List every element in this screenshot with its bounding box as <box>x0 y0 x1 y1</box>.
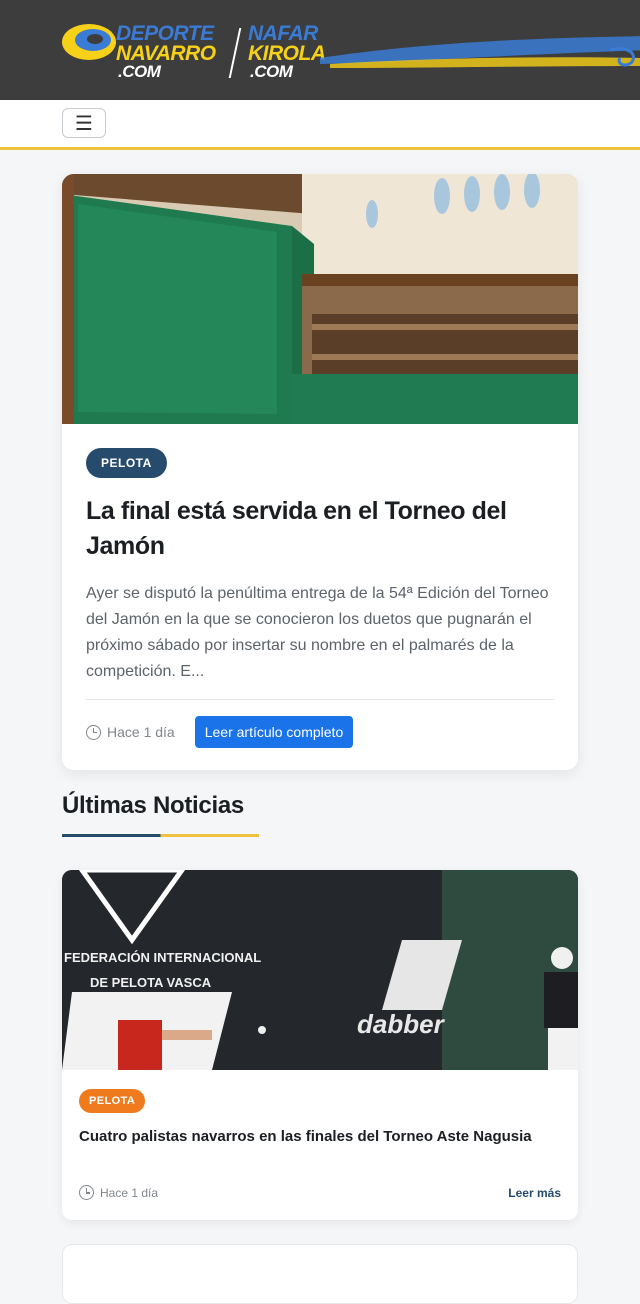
news-card[interactable] <box>62 1244 578 1304</box>
news-card-image[interactable]: FEDERACIÓN INTERNACIONAL DE PELOTA VASCA… <box>62 870 578 1070</box>
featured-article-body: PELOTA La final está servida en el Torne… <box>62 424 578 685</box>
category-badge[interactable]: PELOTA <box>79 1089 146 1113</box>
featured-article-title[interactable]: La final está servida en el Torneo del J… <box>86 494 554 564</box>
article-time: Hace 1 día <box>100 1185 159 1200</box>
logo-word-com: .COM <box>118 62 161 81</box>
featured-article-meta: Hace 1 día Leer artículo completo <box>86 699 554 748</box>
news-card-title[interactable]: Cuatro palistas navarros en las finales … <box>79 1126 549 1148</box>
read-more-link[interactable]: Leer más <box>508 1186 561 1200</box>
image-federation-line2: DE PELOTA VASCA <box>90 975 212 990</box>
clock-icon <box>79 1185 94 1200</box>
logo-separator <box>228 28 242 78</box>
hamburger-icon: ☰ <box>75 111 93 135</box>
pelota-players-photo: FEDERACIÓN INTERNACIONAL DE PELOTA VASCA… <box>62 870 578 1070</box>
clock-icon <box>86 724 101 740</box>
logo-word-com-2: .COM <box>250 62 293 81</box>
section-title-latest-news: Últimas Noticias <box>62 792 244 819</box>
navbar: ☰ <box>0 100 640 150</box>
logo-word-deporte: DEPORTE <box>116 22 214 45</box>
logo-text-basque: NAFAR KIROLA .COM <box>248 22 326 81</box>
image-brand-text: dabber <box>357 1009 446 1039</box>
news-card-meta: Hace 1 día <box>79 1185 158 1200</box>
logo-ball-icon <box>62 24 116 60</box>
category-badge[interactable]: PELOTA <box>86 448 167 478</box>
logo-text-spanish: DEPORTE NAVARRO .COM <box>116 22 216 81</box>
site-header: DEPORTE NAVARRO .COM NAFAR KIROLA .COM <box>0 0 640 100</box>
logo-word-navarro: NAVARRO <box>116 42 216 65</box>
menu-toggle-button[interactable]: ☰ <box>62 108 106 138</box>
fronton-photo <box>62 174 578 424</box>
logo-brush-stroke <box>320 36 640 68</box>
article-time: Hace 1 día <box>107 724 175 740</box>
news-card[interactable]: FEDERACIÓN INTERNACIONAL DE PELOTA VASCA… <box>62 870 578 1220</box>
featured-article-card[interactable]: PELOTA La final está servida en el Torne… <box>62 174 578 770</box>
section-title-underline <box>62 834 259 837</box>
read-full-article-button[interactable]: Leer artículo completo <box>194 716 354 748</box>
featured-article-image[interactable] <box>62 174 578 424</box>
logo-word-kirola: KIROLA <box>248 42 326 65</box>
logo-word-nafar: NAFAR <box>248 22 318 45</box>
image-federation-line1: FEDERACIÓN INTERNACIONAL <box>64 950 261 965</box>
featured-article-excerpt: Ayer se disputó la penúltima entrega de … <box>86 585 549 680</box>
